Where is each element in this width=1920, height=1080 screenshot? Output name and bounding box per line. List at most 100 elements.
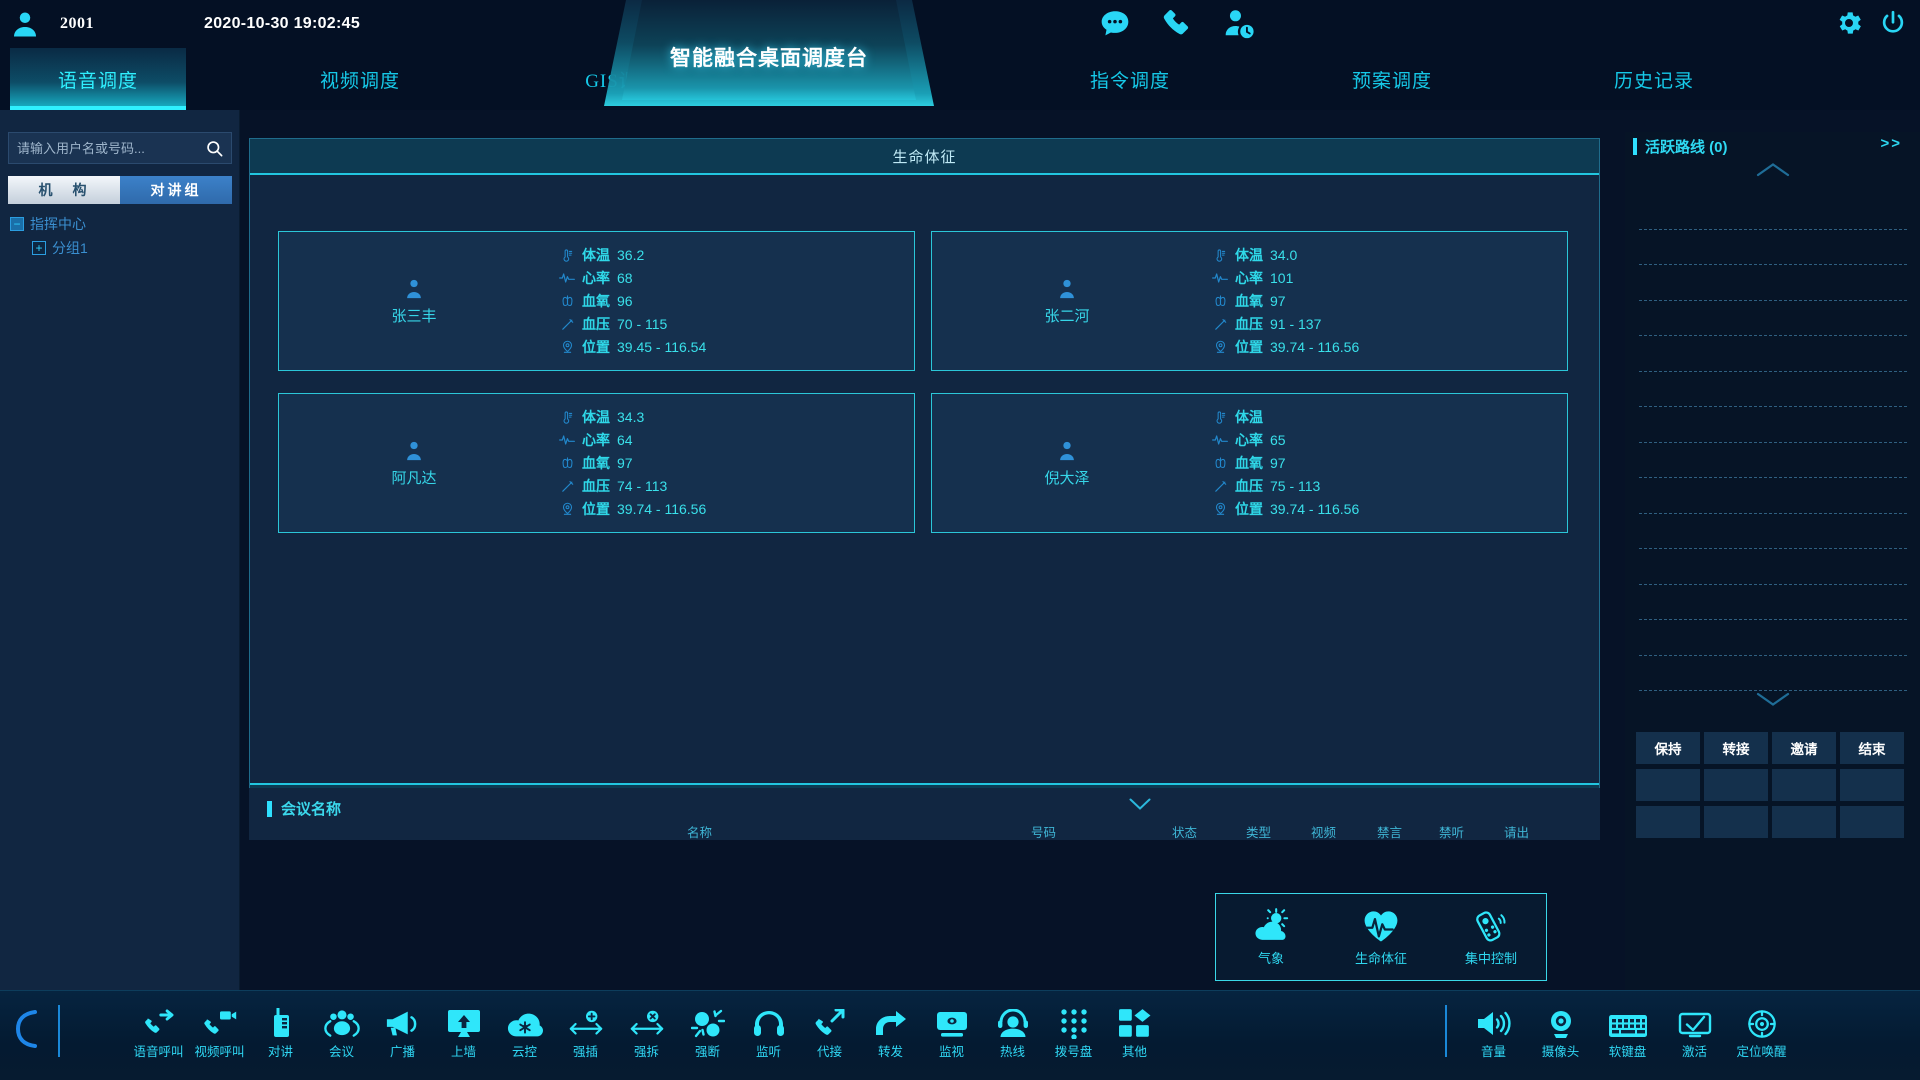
tab-plan-dispatch[interactable]: 预案调度: [1304, 48, 1480, 110]
vital-card[interactable]: 张三丰 体温 36.2 心率 68 血氧 96 血压 70 - 115 位置 3…: [278, 231, 915, 371]
list-item: [1639, 514, 1907, 549]
route-list[interactable]: [1639, 194, 1907, 691]
toolbar-force-remove[interactable]: 强拆: [616, 999, 677, 1060]
empty-slot[interactable]: [1704, 806, 1768, 838]
toolbar-voice-call[interactable]: 语音呼叫: [128, 999, 189, 1060]
stat-label: 心率: [1235, 270, 1263, 286]
transfer-button[interactable]: 转接: [1704, 732, 1768, 764]
toolbar-intercom[interactable]: 对讲: [250, 999, 311, 1060]
toolbar-volume[interactable]: 音量: [1460, 999, 1527, 1060]
chevron-up-icon[interactable]: [1625, 162, 1920, 177]
toolbar-force-insert[interactable]: 强插: [555, 999, 616, 1060]
tab-video-dispatch[interactable]: 视频调度: [272, 48, 448, 110]
phone-icon[interactable]: [1157, 4, 1197, 44]
stat-value: 39.74 - 116.56: [1270, 339, 1360, 355]
invite-button[interactable]: 邀请: [1772, 732, 1836, 764]
stat-value: 39.45 - 116.54: [617, 339, 707, 355]
expand-button[interactable]: >>: [1880, 135, 1902, 152]
hotline-agent-icon: [997, 999, 1029, 1039]
toolbar-location-wake[interactable]: 定位唤醒: [1728, 999, 1795, 1060]
keyboard-icon: [1608, 999, 1647, 1039]
toolbar-broadcast[interactable]: 广播: [372, 999, 433, 1060]
empty-slot[interactable]: [1840, 806, 1904, 838]
stat-label: 血压: [582, 316, 610, 332]
tool-weather[interactable]: 气象: [1223, 907, 1319, 967]
tree-node-command-center[interactable]: − 指挥中心: [10, 212, 238, 236]
list-item: [1639, 585, 1907, 620]
thermometer-icon: [1212, 409, 1228, 425]
apps-grid-icon: [1118, 999, 1151, 1039]
divider: [1445, 1005, 1447, 1057]
phone-handset-icon[interactable]: [14, 1009, 40, 1049]
tree-toggle-minus-icon[interactable]: −: [10, 217, 24, 231]
tab-intercom-group[interactable]: 对讲组: [120, 176, 232, 204]
stat-label: 位置: [1235, 501, 1263, 517]
user-icon[interactable]: [8, 7, 42, 41]
toolbar-force-break[interactable]: 强断: [677, 999, 738, 1060]
location-pin-icon: [559, 339, 575, 355]
stat-blood-pressure: 血压 91 - 137: [1212, 314, 1567, 334]
toolbar-others[interactable]: 其他: [1104, 999, 1165, 1060]
toolbar-dialpad[interactable]: 拨号盘: [1043, 999, 1104, 1060]
tab-command-dispatch[interactable]: 指令调度: [1042, 48, 1218, 110]
search-input[interactable]: [9, 140, 197, 156]
hold-button[interactable]: 保持: [1636, 732, 1700, 764]
tool-vital-signs[interactable]: 生命体征: [1333, 907, 1429, 967]
search-icon[interactable]: [197, 133, 231, 163]
lungs-icon: [559, 293, 575, 309]
card-stats: 体温 34.3 心率 64 血氧 97 血压 74 - 113 位置 39.74…: [549, 407, 914, 519]
toolbar-soft-keyboard[interactable]: 软键盘: [1594, 999, 1661, 1060]
stat-label: 心率: [582, 270, 610, 286]
empty-slot[interactable]: [1636, 806, 1700, 838]
power-icon[interactable]: [1876, 6, 1910, 40]
toolbar-label: 语音呼叫: [133, 1045, 184, 1059]
tab-organization[interactable]: 机 构: [8, 176, 120, 204]
toolbar-monitor[interactable]: 监视: [921, 999, 982, 1060]
location-pin-icon: [1212, 339, 1228, 355]
stat-label: 位置: [582, 501, 610, 517]
search-box[interactable]: [8, 132, 232, 164]
chevron-down-icon[interactable]: [1129, 798, 1151, 811]
gear-icon[interactable]: [1832, 6, 1866, 40]
empty-slot[interactable]: [1704, 769, 1768, 801]
stat-temperature: 体温 36.2: [559, 245, 914, 265]
vital-card[interactable]: 阿凡达 体温 34.3 心率 64 血氧 97 血压 74 - 113 位置 3…: [278, 393, 915, 533]
chat-bubble-icon[interactable]: [1095, 4, 1135, 44]
empty-slot[interactable]: [1772, 806, 1836, 838]
chevron-down-icon[interactable]: [1625, 692, 1920, 707]
toolbar-label: 转发: [877, 1045, 903, 1059]
toolbar-activate[interactable]: 激活: [1661, 999, 1728, 1060]
toolbar-call-pickup[interactable]: 代接: [799, 999, 860, 1060]
stat-location: 位置 39.74 - 116.56: [559, 499, 914, 519]
toolbar-video-call[interactable]: 视频呼叫: [189, 999, 250, 1060]
end-button[interactable]: 结束: [1840, 732, 1904, 764]
tab-gis-dispatch[interactable]: GIS调度: [534, 48, 710, 110]
camera-icon: [1546, 999, 1576, 1039]
tool-central-control[interactable]: 集中控制: [1443, 907, 1539, 967]
toolbar-label: 定位唤醒: [1736, 1045, 1787, 1059]
empty-slot[interactable]: [1840, 769, 1904, 801]
toolbar-cloud-control[interactable]: 云控: [494, 999, 555, 1060]
empty-slot[interactable]: [1636, 769, 1700, 801]
tree-toggle-plus-icon[interactable]: +: [32, 241, 46, 255]
stat-heart-rate: 心率 65: [1212, 430, 1567, 450]
toolbar-hotline[interactable]: 热线: [982, 999, 1043, 1060]
heartbeat-icon: [1212, 270, 1228, 286]
vital-card[interactable]: 张二河 体温 34.0 心率 101 血氧 97 血压 91 - 137 位置 …: [931, 231, 1568, 371]
empty-slot[interactable]: [1772, 769, 1836, 801]
toolbar-label: 监视: [938, 1045, 964, 1059]
tree-node-group-1[interactable]: + 分组1: [10, 236, 238, 260]
tab-history[interactable]: 历史记录: [1566, 48, 1742, 110]
tab-voice-dispatch[interactable]: 语音调度: [10, 48, 186, 110]
user-clock-icon[interactable]: [1219, 4, 1259, 44]
org-tree: − 指挥中心 + 分组1: [10, 212, 238, 260]
toolbar-forward[interactable]: 转发: [860, 999, 921, 1060]
lungs-icon: [1212, 293, 1228, 309]
toolbar-listen[interactable]: 监听: [738, 999, 799, 1060]
toolbar-conference[interactable]: 会议: [311, 999, 372, 1060]
stat-value: 91 - 137: [1270, 316, 1322, 332]
toolbar-camera[interactable]: 摄像头: [1527, 999, 1594, 1060]
divider: [58, 1005, 60, 1057]
vital-card[interactable]: 倪大泽 体温 心率 65 血氧 97 血压 75 - 113 位置 39.74 …: [931, 393, 1568, 533]
toolbar-wall-display[interactable]: 上墙: [433, 999, 494, 1060]
